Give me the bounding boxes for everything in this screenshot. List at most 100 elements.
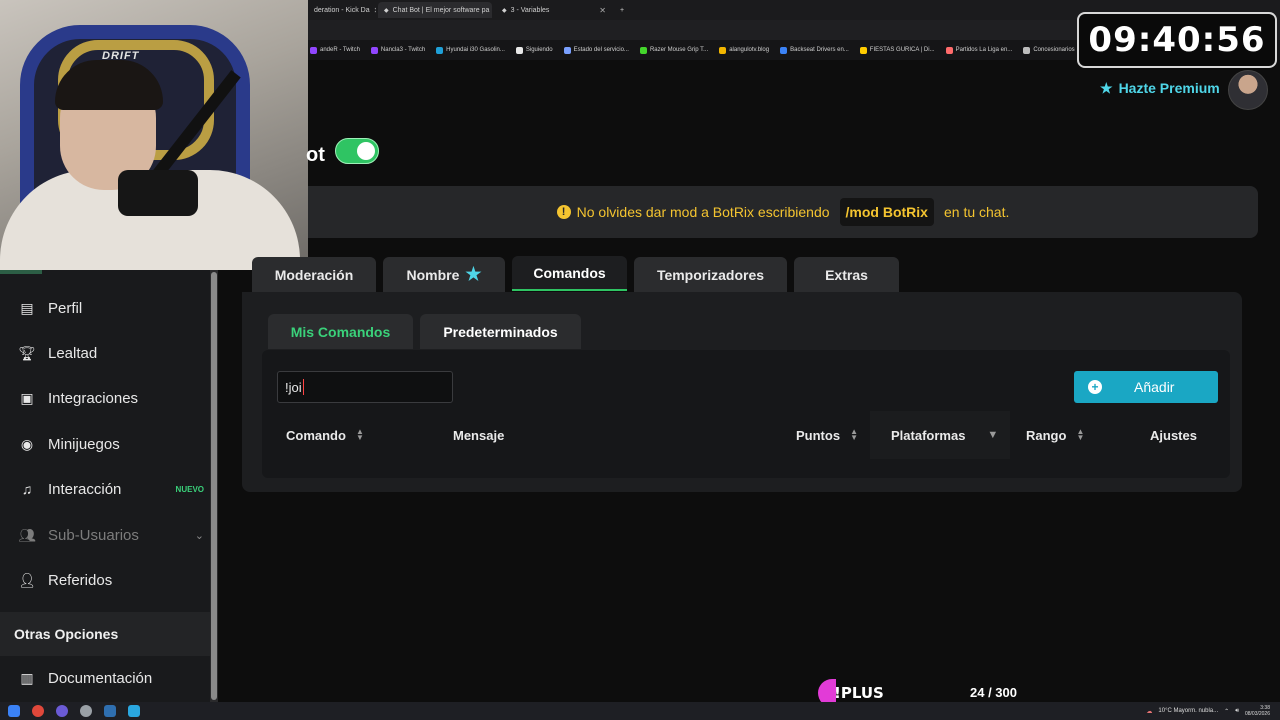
bookmark-label: Nancla3 - Twitch (380, 47, 426, 53)
column-header-puntos[interactable]: Puntos ▲ ▼ (796, 426, 858, 444)
chrome-icon[interactable] (32, 705, 44, 717)
diamond-icon: ◆ (384, 7, 389, 14)
star-icon: ★ (1100, 79, 1113, 96)
system-tray: ☁︎ 10°C Mayorm. nubla... ⌃ 🔊︎ 3:38 08/03… (1146, 702, 1270, 720)
avatar[interactable] (1228, 70, 1268, 110)
sidebar-item-referidos[interactable]: 👤︎ Referidos (18, 568, 204, 592)
tab-moderacion[interactable]: Moderación (252, 257, 376, 292)
subtab-predeterminados[interactable]: Predeterminados (420, 314, 581, 349)
text-caret (302, 379, 304, 395)
close-icon[interactable]: ✕ (374, 6, 376, 15)
sidebar-item-sub-usuarios[interactable]: 👥︎ Sub-Usuarios ⌄ (18, 523, 204, 547)
tab-comandos[interactable]: Comandos (512, 256, 627, 291)
sidebar-item-label: Minijuegos (48, 435, 120, 453)
bookmark-item[interactable]: alangulotv.blog (719, 46, 770, 54)
bookmark-item[interactable]: Razer Mouse Grip T... (639, 46, 709, 54)
chevron-down-icon: ⌄ (194, 529, 204, 542)
commands-table-container (262, 350, 1230, 478)
tab-extras[interactable]: Extras (794, 257, 899, 292)
bookmark-item[interactable]: Estado del servicio... (563, 46, 629, 54)
sidebar-item-label: Interacción (48, 480, 122, 498)
add-command-button[interactable]: + Añadir (1074, 371, 1218, 403)
stream-clock: 09:40:56 (1077, 12, 1277, 68)
favicon-icon (436, 46, 444, 54)
bookmark-label: Estado del servicio... (573, 47, 629, 53)
bookmark-label: Concesionarios (1033, 47, 1075, 53)
column-header-rango[interactable]: Rango ▲ ▼ (1026, 426, 1084, 444)
page-title: ot (306, 144, 325, 166)
premium-link[interactable]: ★ Hazte Premium (1100, 78, 1220, 98)
volume-icon[interactable]: 🔊︎ (1235, 708, 1239, 715)
tab-label: Nombre (406, 266, 460, 283)
bookmark-label: andeR - Twitch (320, 47, 360, 53)
book-icon: ▥ (20, 669, 34, 686)
sort-icon: ▲ ▼ (850, 427, 858, 442)
windows-start-icon[interactable] (8, 705, 20, 717)
column-label: Mensaje (453, 427, 505, 443)
tab-nombre[interactable]: Nombre ★ (383, 257, 505, 292)
weather-icon: ☁︎ (1146, 708, 1153, 715)
filter-icon[interactable]: ▼ (987, 429, 998, 441)
bookmark-item[interactable]: Partidos La Liga en... (945, 46, 1013, 54)
sidebar-item-integraciones[interactable]: ▣ Integraciones (18, 386, 204, 410)
bookmark-label: Partidos La Liga en... (955, 47, 1013, 53)
search-input[interactable]: !joi (277, 371, 453, 403)
trophy-icon: 🏆︎ (18, 344, 36, 361)
tab-label: Chat Bot | El mejor software pa (392, 6, 490, 14)
user-plus-icon: 👤︎ (18, 571, 36, 588)
sidebar-item-interaccion[interactable]: ♫ Interacción NUEVO (18, 477, 204, 501)
browser-tab[interactable]: ◆ 3 - Variables ✕ (496, 2, 612, 18)
bookmark-item[interactable]: Nancla3 - Twitch (370, 46, 426, 54)
bot-enabled-toggle[interactable] (335, 138, 379, 164)
column-label: Comando (286, 427, 346, 443)
column-header-plataformas[interactable]: Plataformas ▼ (891, 426, 998, 444)
bookmark-item[interactable]: Siguiendo (515, 46, 553, 54)
plus-label: !PLUS (834, 684, 884, 702)
bookmark-label: Razer Mouse Grip T... (649, 47, 709, 53)
column-label: Puntos (796, 427, 841, 443)
toggle-knob (357, 142, 375, 160)
subtab-mis-comandos[interactable]: Mis Comandos (268, 314, 413, 349)
alert-suffix: en tu chat. (943, 204, 1010, 220)
new-badge: NUEVO (175, 484, 204, 494)
bookmark-item[interactable]: andeR - Twitch (310, 46, 360, 54)
app-icon[interactable] (104, 705, 116, 717)
bookmark-item[interactable]: FIESTAS GURICA | Di... (859, 46, 935, 54)
bookmark-label: Backseat Drivers en... (790, 47, 849, 53)
sidebar-item-perfil[interactable]: ▤ Perfil (18, 296, 204, 320)
bookmark-item[interactable]: Backseat Drivers en... (780, 46, 849, 54)
square-dot-icon: ▣ (20, 389, 34, 406)
gamepad-icon: ◉ (20, 435, 34, 452)
bookmark-label: Hyundai i30 Gasolin... (446, 47, 505, 53)
clock-date[interactable]: 3:38 08/03/2026 (1245, 705, 1270, 717)
bookmark-item[interactable]: Concesionarios (1023, 46, 1075, 54)
browser-tab-active[interactable]: ◆ Chat Bot | El mejor software pa ✕ (378, 2, 492, 18)
sidebar-item-lealtad[interactable]: 🏆︎ Lealtad (18, 341, 204, 365)
sidebar-item-minijuegos[interactable]: ◉ Minijuegos (18, 432, 204, 456)
sidebar-active-marker (0, 270, 42, 274)
sidebar-item-label: Documentación (48, 669, 153, 687)
tab-temporizadores[interactable]: Temporizadores (634, 257, 787, 292)
sidebar-scroll-thumb[interactable] (211, 272, 217, 700)
diamond-icon: ◆ (502, 7, 507, 14)
column-header-comando[interactable]: Comando ▲ ▼ (286, 426, 364, 444)
favicon-icon (945, 46, 953, 54)
bookmark-label: alangulotv.blog (729, 47, 770, 53)
alert-prefix: No olvides dar mod a BotRix escribiendo (576, 204, 830, 220)
os-taskbar: ☁︎ 10°C Mayorm. nubla... ⌃ 🔊︎ 3:38 08/03… (0, 702, 1280, 720)
network-icon[interactable]: ⌃ (1224, 708, 1229, 715)
browser-tab[interactable]: deration - Kick Da ✕ (308, 2, 376, 18)
app-icon[interactable] (56, 705, 68, 717)
app-icon[interactable] (80, 705, 92, 717)
alert-command: /mod BotRix (839, 198, 934, 226)
column-header-mensaje: Mensaje (453, 426, 504, 444)
favicon-icon (780, 46, 788, 54)
app-icon[interactable] (128, 705, 140, 717)
close-icon[interactable]: ✕ (599, 6, 606, 15)
bookmark-label: FIESTAS GURICA | Di... (869, 47, 935, 53)
sort-icon: ▲ ▼ (355, 427, 364, 442)
sidebar-item-documentacion[interactable]: ▥ Documentación (18, 666, 204, 690)
sidebar-item-label: Lealtad (48, 344, 98, 362)
bookmark-item[interactable]: Hyundai i30 Gasolin... (436, 46, 505, 54)
new-tab-button[interactable]: + (614, 2, 630, 18)
